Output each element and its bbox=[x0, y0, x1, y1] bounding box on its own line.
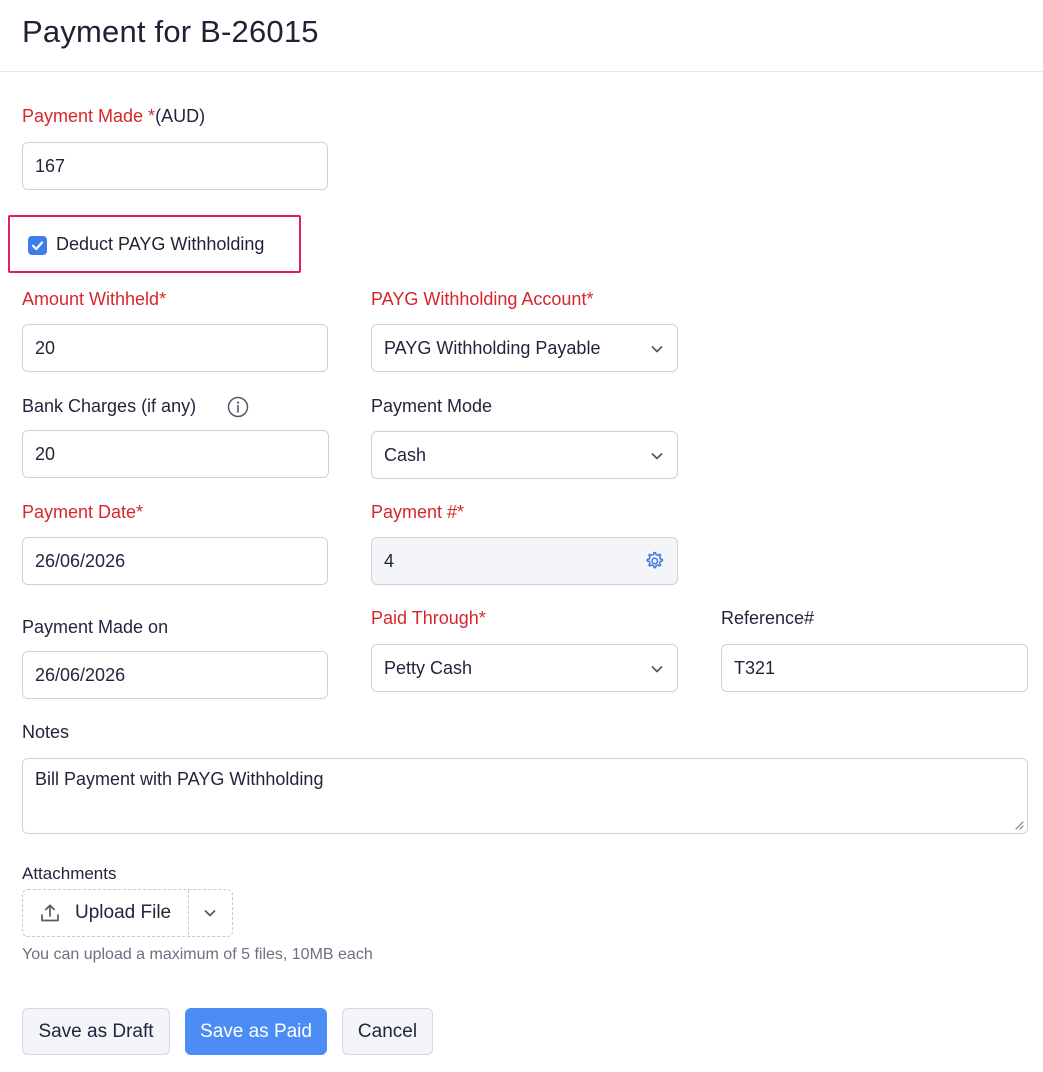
gear-icon[interactable] bbox=[643, 550, 665, 572]
amount-withheld-label: Amount Withheld* bbox=[22, 289, 167, 309]
bank-charges-input[interactable]: 20 bbox=[22, 430, 329, 478]
bank-charges-label: Bank Charges (if any) bbox=[22, 396, 197, 416]
page-title: Payment for B-26015 bbox=[22, 14, 319, 49]
payg-account-value: PAYG Withholding Payable bbox=[384, 338, 601, 358]
resize-handle-icon[interactable] bbox=[1014, 820, 1024, 830]
deduct-payg-label[interactable]: Deduct PAYG Withholding bbox=[56, 234, 264, 255]
chevron-down-icon bbox=[204, 910, 216, 917]
payment-date-label: Payment Date* bbox=[22, 502, 144, 522]
page-header: Payment for B-26015 bbox=[0, 0, 1043, 72]
cancel-button[interactable]: Cancel bbox=[342, 1008, 433, 1055]
payment-date-input[interactable]: 26/06/2026 bbox=[22, 537, 328, 585]
upload-options-dropdown[interactable] bbox=[189, 890, 232, 935]
info-icon[interactable] bbox=[227, 396, 249, 418]
payment-made-label: Payment Made *(AUD) bbox=[22, 106, 205, 127]
check-icon bbox=[31, 241, 44, 251]
upload-file-label: Upload File bbox=[75, 902, 172, 923]
payment-mode-value: Cash bbox=[384, 445, 427, 465]
notes-textarea[interactable]: Bill Payment with PAYG Withholding bbox=[22, 758, 1028, 834]
paid-through-value: Petty Cash bbox=[384, 658, 473, 678]
deduct-payg-checkbox[interactable] bbox=[28, 236, 47, 255]
paid-through-label: Paid Through* bbox=[371, 608, 486, 628]
payment-number-label: Payment #* bbox=[371, 502, 465, 522]
save-as-draft-button[interactable]: Save as Draft bbox=[22, 1008, 170, 1055]
upload-hint: You can upload a maximum of 5 files, 10M… bbox=[22, 946, 373, 963]
payment-made-input[interactable]: 167 bbox=[22, 142, 328, 190]
chevron-down-icon bbox=[651, 346, 663, 353]
upload-file-button[interactable]: Upload File bbox=[23, 890, 188, 935]
upload-file-control: Upload File bbox=[22, 889, 233, 937]
chevron-down-icon bbox=[651, 666, 663, 673]
notes-value: Bill Payment with PAYG Withholding bbox=[35, 769, 324, 789]
payment-number-value: 4 bbox=[384, 551, 395, 571]
payment-mode-select[interactable]: Cash bbox=[371, 431, 678, 479]
notes-label: Notes bbox=[22, 722, 70, 742]
payment-made-label-text: Payment Made * bbox=[22, 106, 156, 126]
paid-through-select[interactable]: Petty Cash bbox=[371, 644, 678, 692]
reference-label: Reference# bbox=[721, 608, 815, 628]
reference-input[interactable]: T321 bbox=[721, 644, 1028, 692]
save-as-paid-button[interactable]: Save as Paid bbox=[185, 1008, 327, 1055]
payg-account-select[interactable]: PAYG Withholding Payable bbox=[371, 324, 678, 372]
payment-number-input[interactable]: 4 bbox=[371, 537, 678, 585]
payment-made-on-label: Payment Made on bbox=[22, 617, 169, 637]
payg-account-label: PAYG Withholding Account* bbox=[371, 289, 594, 309]
upload-icon bbox=[41, 904, 59, 922]
chevron-down-icon bbox=[651, 453, 663, 460]
payment-made-on-input[interactable]: 26/06/2026 bbox=[22, 651, 328, 699]
payment-mode-label: Payment Mode bbox=[371, 396, 493, 416]
currency-label: (AUD) bbox=[155, 106, 206, 126]
amount-withheld-input[interactable]: 20 bbox=[22, 324, 328, 372]
deduct-payg-highlight: Deduct PAYG Withholding bbox=[8, 215, 301, 273]
attachments-label: Attachments bbox=[22, 864, 117, 883]
